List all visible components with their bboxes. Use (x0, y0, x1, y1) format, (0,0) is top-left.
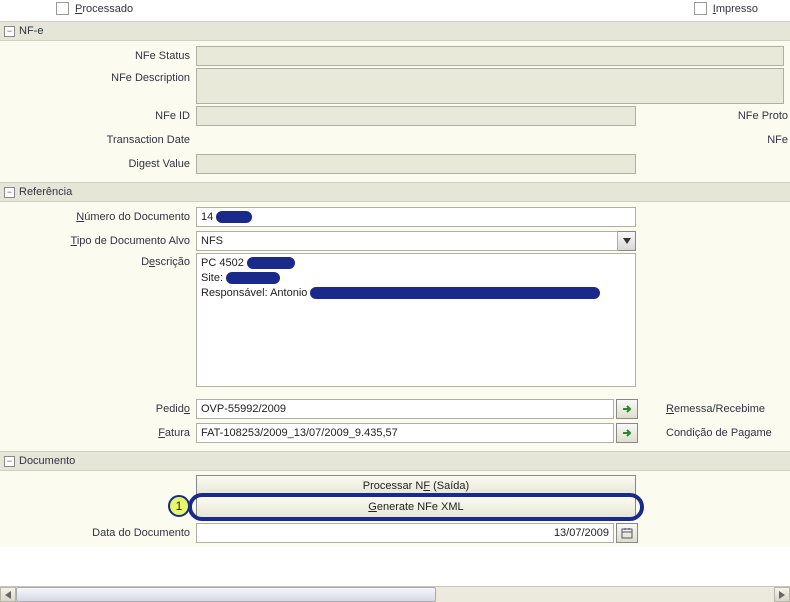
section-referencia-header: − Referência (0, 182, 790, 202)
collapse-nfe-icon[interactable]: − (4, 26, 15, 37)
pedido-link-button[interactable] (616, 399, 638, 419)
nfe-proto-label: NFe Proto (738, 110, 790, 122)
nfe-right-label: NFe (767, 134, 790, 146)
tipo-doc-dropdown-button[interactable] (618, 231, 636, 251)
callout-1: 1 (168, 495, 190, 517)
nfe-status-input[interactable] (196, 46, 784, 66)
processar-nf-button[interactable]: Processar NF (Saída) (196, 475, 636, 497)
desc-line2: Site: (201, 272, 223, 284)
desc-line3: Responsável: Antonio (201, 287, 307, 299)
nfe-id-label: NFe ID (0, 110, 196, 122)
nfe-id-input[interactable] (196, 106, 636, 126)
pedido-input[interactable] (196, 399, 614, 419)
impresso-checkbox[interactable] (694, 2, 707, 15)
descricao-label: Descrição (0, 253, 196, 268)
scroll-right-button[interactable] (774, 587, 790, 602)
nfe-description-input[interactable] (196, 68, 784, 104)
pedido-label: Pedido (0, 403, 196, 415)
generate-nfe-xml-button[interactable]: Generate NFe XML (196, 497, 636, 519)
horizontal-scrollbar[interactable] (0, 586, 790, 602)
desc-line1: PC 4502 (201, 257, 244, 269)
scroll-thumb[interactable] (16, 587, 436, 602)
descricao-textarea[interactable]: PC 4502 Site: Responsável: Antonio (196, 253, 636, 387)
tipo-doc-label: Tipo de Documento Alvo (0, 235, 196, 247)
section-documento-title: Documento (19, 455, 75, 467)
collapse-referencia-icon[interactable]: − (4, 187, 15, 198)
nfe-status-label: NFe Status (0, 50, 196, 62)
nfe-description-label: NFe Description (0, 68, 196, 84)
collapse-documento-icon[interactable]: − (4, 456, 15, 467)
scroll-left-button[interactable] (0, 587, 16, 602)
data-doc-calendar-button[interactable] (616, 523, 638, 543)
data-doc-input[interactable] (196, 523, 614, 543)
digest-value-label: Digest Value (0, 158, 196, 170)
fatura-label: Fatura (0, 427, 196, 439)
data-doc-label: Data do Documento (0, 527, 196, 539)
digest-value-input[interactable] (196, 154, 636, 174)
num-doc-input[interactable] (196, 207, 636, 227)
num-doc-label: Número do Documento (0, 211, 196, 223)
section-nfe-header: − NF-e (0, 21, 790, 41)
fatura-input[interactable] (196, 423, 614, 443)
tipo-doc-input[interactable] (196, 231, 618, 251)
section-nfe-title: NF-e (19, 25, 43, 37)
transaction-date-label: Transaction Date (0, 134, 196, 146)
condicao-label: Condição de Pagame (666, 427, 772, 439)
fatura-link-button[interactable] (616, 423, 638, 443)
section-referencia-title: Referência (19, 186, 72, 198)
section-documento-header: − Documento (0, 451, 790, 471)
impresso-label: Impresso (713, 3, 758, 15)
processado-label: Processado (75, 3, 133, 15)
remessa-label: Remessa/Recebime (666, 403, 765, 415)
processado-checkbox[interactable] (56, 2, 69, 15)
